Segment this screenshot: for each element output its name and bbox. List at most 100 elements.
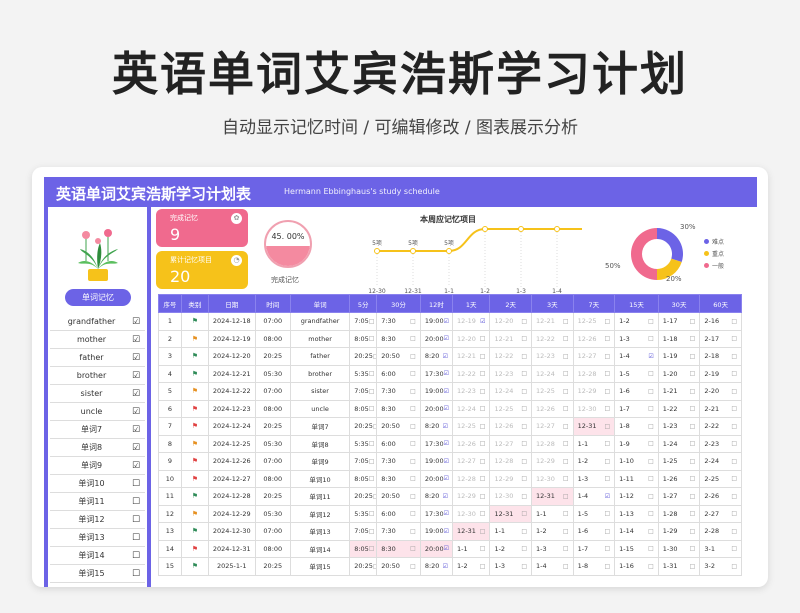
flag-icon[interactable]: ⚑ xyxy=(192,335,198,343)
review-checkbox[interactable]: □ xyxy=(521,405,527,412)
review-checkbox[interactable]: □ xyxy=(480,475,486,482)
review-checkbox[interactable]: □ xyxy=(648,528,654,535)
review-checkbox[interactable]: □ xyxy=(480,510,486,517)
flag-icon[interactable]: ⚑ xyxy=(192,510,198,518)
review-checkbox[interactable]: ☑ xyxy=(444,318,449,325)
review-checkbox[interactable]: □ xyxy=(369,370,375,377)
word-checkbox[interactable]: ☐ xyxy=(127,479,145,489)
review-checkbox[interactable]: □ xyxy=(731,370,737,377)
word-list-item[interactable]: 单词12 ☐ xyxy=(50,511,145,529)
review-checkbox[interactable]: ☑ xyxy=(444,370,449,377)
word-list-item[interactable]: grandfather ☑ xyxy=(50,313,145,331)
review-checkbox[interactable]: □ xyxy=(410,353,416,360)
review-checkbox[interactable]: □ xyxy=(731,440,737,447)
review-checkbox[interactable]: □ xyxy=(369,510,375,517)
review-checkbox[interactable]: ☑ xyxy=(605,493,610,500)
review-checkbox[interactable]: □ xyxy=(563,318,569,325)
review-checkbox[interactable]: □ xyxy=(480,440,486,447)
review-checkbox[interactable]: □ xyxy=(731,318,737,325)
review-checkbox[interactable]: ☑ xyxy=(444,335,449,342)
review-checkbox[interactable]: □ xyxy=(604,475,610,482)
review-checkbox[interactable]: □ xyxy=(480,528,486,535)
review-checkbox[interactable]: □ xyxy=(373,493,376,500)
review-checkbox[interactable]: □ xyxy=(369,545,375,552)
review-checkbox[interactable]: □ xyxy=(521,528,527,535)
review-checkbox[interactable]: □ xyxy=(563,353,569,360)
review-checkbox[interactable]: □ xyxy=(690,353,696,360)
review-checkbox[interactable]: □ xyxy=(563,528,569,535)
review-checkbox[interactable]: □ xyxy=(604,388,610,395)
review-checkbox[interactable]: □ xyxy=(648,423,654,430)
review-checkbox[interactable]: □ xyxy=(521,388,527,395)
review-checkbox[interactable]: □ xyxy=(410,458,416,465)
word-list-item[interactable]: 单词15 ☐ xyxy=(50,565,145,583)
review-checkbox[interactable]: □ xyxy=(369,388,375,395)
review-checkbox[interactable]: □ xyxy=(521,370,527,377)
flag-icon[interactable]: ⚑ xyxy=(192,562,198,570)
review-checkbox[interactable]: □ xyxy=(563,563,569,570)
review-checkbox[interactable]: □ xyxy=(648,493,654,500)
word-checkbox[interactable]: ☑ xyxy=(127,371,145,381)
flag-icon[interactable]: ⚑ xyxy=(192,475,198,483)
word-list-item[interactable]: 单词13 ☐ xyxy=(50,529,145,547)
word-checkbox[interactable]: ☑ xyxy=(127,389,145,399)
review-checkbox[interactable]: □ xyxy=(648,563,654,570)
word-list-item[interactable]: 单词10 ☐ xyxy=(50,475,145,493)
flag-icon[interactable]: ⚑ xyxy=(192,440,198,448)
flag-icon[interactable]: ⚑ xyxy=(192,370,198,378)
review-checkbox[interactable]: □ xyxy=(521,353,527,360)
review-checkbox[interactable]: □ xyxy=(731,475,737,482)
review-checkbox[interactable]: ☑ xyxy=(480,318,485,325)
review-checkbox[interactable]: □ xyxy=(480,563,486,570)
word-list-item[interactable]: father ☑ xyxy=(50,349,145,367)
review-checkbox[interactable]: □ xyxy=(521,318,527,325)
review-checkbox[interactable]: ☑ xyxy=(444,458,449,465)
review-checkbox[interactable]: □ xyxy=(563,388,569,395)
flag-icon[interactable]: ⚑ xyxy=(192,457,198,465)
review-checkbox[interactable]: □ xyxy=(604,510,610,517)
review-checkbox[interactable]: □ xyxy=(690,405,696,412)
flag-icon[interactable]: ⚑ xyxy=(192,317,198,325)
flag-icon[interactable]: ⚑ xyxy=(192,387,198,395)
review-checkbox[interactable]: □ xyxy=(690,335,696,342)
review-checkbox[interactable]: □ xyxy=(731,423,737,430)
flag-icon[interactable]: ⚑ xyxy=(192,545,198,553)
review-checkbox[interactable]: ☑ xyxy=(443,423,448,430)
review-checkbox[interactable]: □ xyxy=(648,370,654,377)
review-checkbox[interactable]: ☑ xyxy=(444,388,449,395)
review-checkbox[interactable]: □ xyxy=(410,318,416,325)
review-checkbox[interactable]: □ xyxy=(369,318,375,325)
review-checkbox[interactable]: □ xyxy=(731,545,737,552)
review-checkbox[interactable]: □ xyxy=(563,475,569,482)
review-checkbox[interactable]: □ xyxy=(648,545,654,552)
review-checkbox[interactable]: □ xyxy=(690,475,696,482)
review-checkbox[interactable]: □ xyxy=(690,458,696,465)
review-checkbox[interactable]: □ xyxy=(648,440,654,447)
review-checkbox[interactable]: ☑ xyxy=(443,563,448,570)
review-checkbox[interactable]: □ xyxy=(410,528,416,535)
word-list-item[interactable]: 单词11 ☐ xyxy=(50,493,145,511)
review-checkbox[interactable]: □ xyxy=(563,405,569,412)
review-checkbox[interactable]: □ xyxy=(373,423,376,430)
review-checkbox[interactable]: □ xyxy=(604,318,610,325)
review-checkbox[interactable]: □ xyxy=(563,545,569,552)
review-checkbox[interactable]: □ xyxy=(648,388,654,395)
word-list-item[interactable]: 单词7 ☑ xyxy=(50,421,145,439)
review-checkbox[interactable]: □ xyxy=(563,458,569,465)
review-checkbox[interactable]: □ xyxy=(410,423,416,430)
review-checkbox[interactable]: □ xyxy=(731,353,737,360)
review-checkbox[interactable]: □ xyxy=(690,388,696,395)
word-list-item[interactable]: sister ☑ xyxy=(50,385,145,403)
word-checkbox[interactable]: ☑ xyxy=(127,425,145,435)
review-checkbox[interactable]: □ xyxy=(648,318,654,325)
review-checkbox[interactable]: □ xyxy=(690,528,696,535)
word-checkbox[interactable]: ☐ xyxy=(127,533,145,543)
review-checkbox[interactable]: □ xyxy=(731,405,737,412)
review-checkbox[interactable]: □ xyxy=(690,440,696,447)
review-checkbox[interactable]: □ xyxy=(480,458,486,465)
review-checkbox[interactable]: ☑ xyxy=(444,405,449,412)
word-checkbox[interactable]: ☐ xyxy=(127,551,145,561)
review-checkbox[interactable]: □ xyxy=(369,528,375,535)
review-checkbox[interactable]: □ xyxy=(563,493,569,500)
review-checkbox[interactable]: □ xyxy=(410,563,416,570)
